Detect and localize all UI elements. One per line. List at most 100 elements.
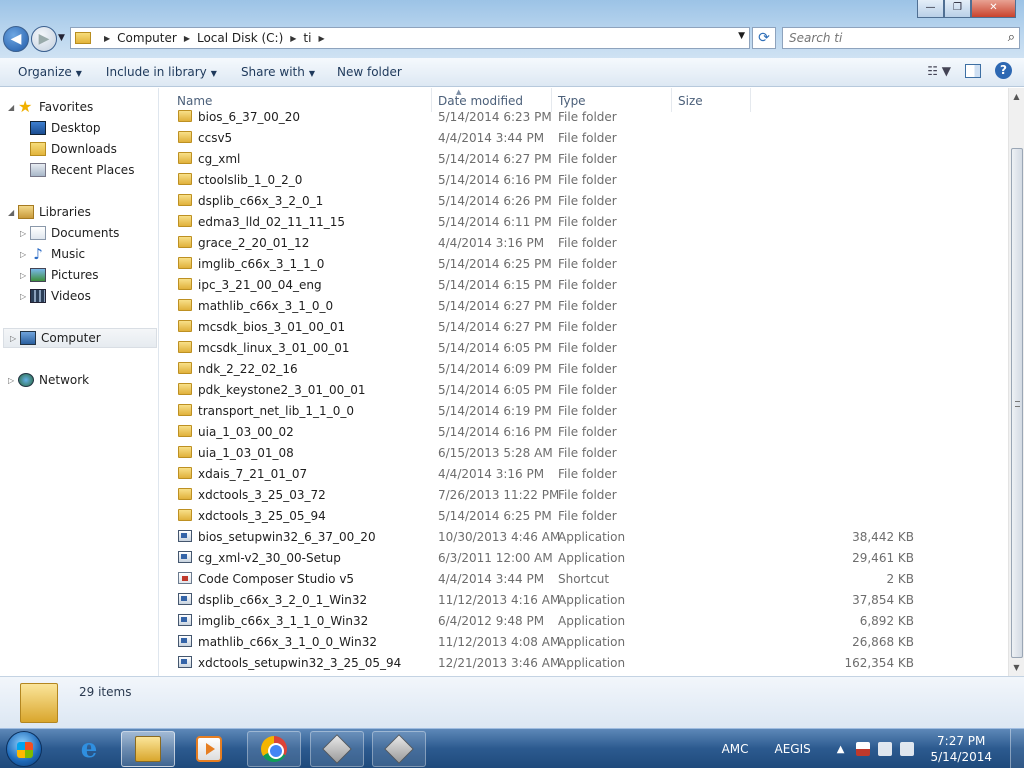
table-row[interactable]: imglib_c66x_3_1_1_0 5/14/2014 6:25 PM File… <box>174 254 914 275</box>
breadcrumb-computer[interactable]: Computer <box>117 31 177 45</box>
table-row[interactable]: ccsv5 4/4/2014 3:44 PM File folder <box>174 128 914 149</box>
maximize-button[interactable]: ❐ <box>944 0 971 18</box>
nav-libraries[interactable]: ◢ Libraries <box>8 202 91 222</box>
table-row[interactable]: dsplib_c66x_3_2_0_1_Win32 11/12/2013 4:16… <box>174 590 914 611</box>
expand-icon[interactable]: ▷ <box>20 250 30 259</box>
recent-pages-dropdown[interactable]: ▼ <box>58 33 65 43</box>
nav-computer[interactable]: ▷ Computer <box>3 328 157 348</box>
nav-music[interactable]: ▷ ♪ Music <box>20 244 85 264</box>
expand-icon[interactable]: ▷ <box>8 376 18 385</box>
table-row[interactable]: xdctools_setupwin32_3_25_05_94 12/21/2013… <box>174 653 914 674</box>
table-row[interactable]: dsplib_c66x_3_2_0_1 5/14/2014 6:26 PM File… <box>174 191 914 212</box>
table-row[interactable]: cg_xml 5/14/2014 6:27 PM File folder <box>174 149 914 170</box>
table-row[interactable]: uia_1_03_01_08 6/15/2013 5:28 AM File fold… <box>174 443 914 464</box>
folder-icon <box>178 446 192 458</box>
table-row[interactable]: ndk_2_22_02_16 5/14/2014 6:09 PM File fold… <box>174 359 914 380</box>
refresh-button[interactable]: ⟳ <box>752 27 776 49</box>
nav-documents[interactable]: ▷ Documents <box>20 223 119 243</box>
scrollbar-thumb[interactable] <box>1011 148 1023 658</box>
volume-icon[interactable] <box>900 742 915 756</box>
breadcrumb-ti[interactable]: ti <box>303 31 311 45</box>
new-folder-button[interactable]: New folder <box>328 65 411 79</box>
table-row[interactable]: mcsdk_bios_3_01_00_01 5/14/2014 6:27 PM Fi… <box>174 317 914 338</box>
taskbar-windows-explorer[interactable] <box>121 731 175 767</box>
organize-button[interactable]: Organize ▼ <box>9 65 91 79</box>
show-desktop-button[interactable] <box>1010 729 1024 768</box>
breadcrumb-local-disk[interactable]: Local Disk (C:) <box>197 31 283 45</box>
address-bar[interactable]: ▶ Computer ▶ Local Disk (C:) ▶ ti ▶ ▼ <box>70 27 750 49</box>
show-hidden-icons-icon[interactable]: ▲ <box>837 744 845 755</box>
table-row[interactable]: bios_setupwin32_6_37_00_20 10/30/2013 4:4… <box>174 527 914 548</box>
taskbar-chrome[interactable] <box>247 731 301 767</box>
table-row[interactable]: pdk_keystone2_3_01_00_01 5/14/2014 6:05 P… <box>174 380 914 401</box>
network-status-icon[interactable] <box>878 742 893 756</box>
expand-icon[interactable]: ◢ <box>8 208 18 217</box>
taskbar-virtualbox-2[interactable] <box>372 731 426 767</box>
tray-label-aegis[interactable]: AEGIS <box>775 742 811 756</box>
table-row[interactable]: ipc_3_21_00_04_eng 5/14/2014 6:15 PM File … <box>174 275 914 296</box>
minimize-button[interactable]: — <box>917 0 944 18</box>
table-row[interactable]: bios_6_37_00_20 5/14/2014 6:23 PM File fol… <box>174 107 914 128</box>
folder-icon <box>178 404 192 416</box>
clock[interactable]: 7:27 PM 5/14/2014 <box>930 733 992 765</box>
vertical-scrollbar[interactable]: ▲ ▼ <box>1008 88 1024 676</box>
table-row[interactable]: grace_2_20_01_12 4/4/2014 3:16 PM File fol… <box>174 233 914 254</box>
back-button[interactable]: ◀ <box>3 26 29 52</box>
chevron-right-icon[interactable]: ▶ <box>104 34 110 43</box>
table-row[interactable]: xdctools_3_25_05_94 5/14/2014 6:25 PM File… <box>174 506 914 527</box>
nav-desktop[interactable]: Desktop <box>30 118 101 138</box>
start-button[interactable] <box>6 731 42 767</box>
nav-recent-places[interactable]: Recent Places <box>30 160 134 180</box>
nav-pictures[interactable]: ▷ Pictures <box>20 265 99 285</box>
expand-icon[interactable]: ▷ <box>10 334 20 343</box>
expand-icon[interactable]: ▷ <box>20 271 30 280</box>
taskbar-virtualbox-1[interactable] <box>310 731 364 767</box>
chevron-right-icon[interactable]: ▶ <box>184 34 190 43</box>
action-center-icon[interactable] <box>856 742 871 756</box>
table-row[interactable]: edma3_lld_02_11_11_15 5/14/2014 6:11 PM Fi… <box>174 212 914 233</box>
table-row[interactable]: cg_xml-v2_30_00-Setup 6/3/2011 12:00 AM Ap… <box>174 548 914 569</box>
table-row[interactable]: mcsdk_linux_3_01_00_01 5/14/2014 6:05 PM F… <box>174 338 914 359</box>
search-box[interactable]: ⌕ <box>782 27 1020 49</box>
file-size: 37,854 KB <box>852 593 914 607</box>
scroll-up-button[interactable]: ▲ <box>1009 88 1024 105</box>
chevron-right-icon[interactable]: ▶ <box>318 34 324 43</box>
chevron-right-icon[interactable]: ▶ <box>290 34 296 43</box>
file-type: File folder <box>558 341 617 355</box>
preview-pane-icon[interactable] <box>965 63 981 78</box>
tray-label-amc[interactable]: AMC <box>722 742 749 756</box>
address-dropdown[interactable]: ▼ <box>738 31 745 41</box>
forward-button[interactable]: ▶ <box>31 26 57 52</box>
table-row[interactable]: xdctools_3_25_03_72 7/26/2013 11:22 PM Fil… <box>174 485 914 506</box>
nav-favorites[interactable]: ◢ ★ Favorites <box>8 97 93 117</box>
nav-network[interactable]: ▷ Network <box>8 370 89 390</box>
help-icon[interactable]: ? <box>995 62 1012 79</box>
file-name: imglib_c66x_3_1_1_0_Win32 <box>198 614 369 628</box>
table-row[interactable]: transport_net_lib_1_1_0_0 5/14/2014 6:19 … <box>174 401 914 422</box>
expand-icon[interactable]: ▷ <box>20 229 30 238</box>
search-input[interactable] <box>789 31 989 45</box>
table-row[interactable]: xdais_7_21_01_07 4/4/2014 3:16 PM File fol… <box>174 464 914 485</box>
folder-icon <box>178 320 192 332</box>
table-row[interactable]: mathlib_c66x_3_1_0_0 5/14/2014 6:27 PM Fil… <box>174 296 914 317</box>
file-date-modified: 12/21/2013 3:46 AM <box>438 656 561 670</box>
change-view-icon[interactable]: ☷ ▼ <box>927 64 951 78</box>
table-row[interactable]: ctoolslib_1_0_2_0 5/14/2014 6:16 PM File f… <box>174 170 914 191</box>
include-in-library-button[interactable]: Include in library ▼ <box>97 65 226 79</box>
nav-videos[interactable]: ▷ Videos <box>20 286 91 306</box>
taskbar-internet-explorer[interactable]: e <box>62 731 116 767</box>
file-type: Application <box>558 530 626 544</box>
table-row[interactable]: uia_1_03_00_02 5/14/2014 6:16 PM File fold… <box>174 422 914 443</box>
scroll-down-button[interactable]: ▼ <box>1009 659 1024 676</box>
search-icon[interactable]: ⌕ <box>1008 30 1015 45</box>
expand-icon[interactable]: ◢ <box>8 103 18 112</box>
nav-downloads[interactable]: Downloads <box>30 139 117 159</box>
share-with-button[interactable]: Share with ▼ <box>232 65 324 79</box>
table-row[interactable]: mathlib_c66x_3_1_0_0_Win32 11/12/2013 4:0… <box>174 632 914 653</box>
file-type: Application <box>558 593 626 607</box>
table-row[interactable]: Code Composer Studio v5 4/4/2014 3:44 PM S… <box>174 569 914 590</box>
taskbar-media-player[interactable] <box>182 731 236 767</box>
expand-icon[interactable]: ▷ <box>20 292 30 301</box>
close-button[interactable]: ✕ <box>971 0 1016 18</box>
table-row[interactable]: imglib_c66x_3_1_1_0_Win32 6/4/2012 9:48 P… <box>174 611 914 632</box>
